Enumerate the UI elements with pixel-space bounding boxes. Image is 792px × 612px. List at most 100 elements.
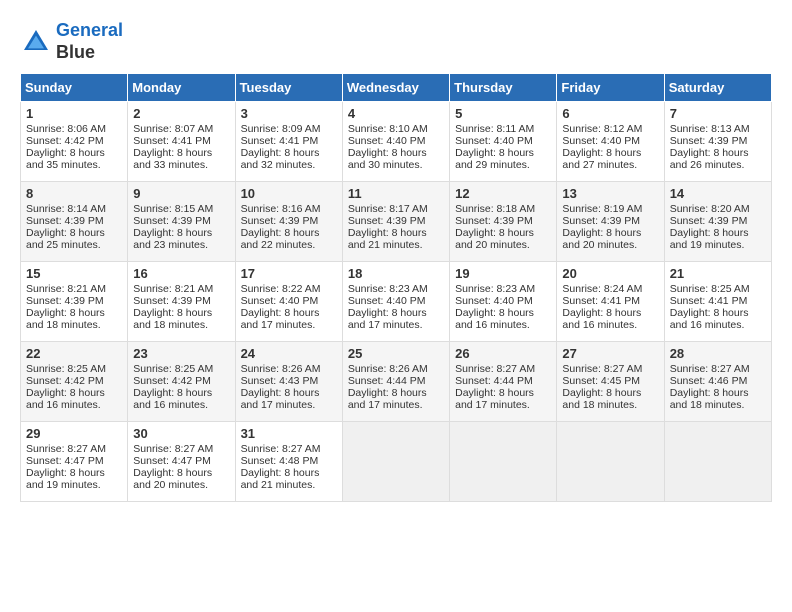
- day-cell: 19 Sunrise: 8:23 AM Sunset: 4:40 PM Dayl…: [450, 262, 557, 342]
- day-number: 7: [670, 106, 766, 121]
- day-number: 22: [26, 346, 122, 361]
- header-row: SundayMondayTuesdayWednesdayThursdayFrid…: [21, 74, 772, 102]
- page-header: GeneralBlue: [20, 20, 772, 63]
- day-cell: 29 Sunrise: 8:27 AM Sunset: 4:47 PM Dayl…: [21, 422, 128, 502]
- daylight: Daylight: 8 hours and 21 minutes.: [348, 227, 427, 251]
- sunset: Sunset: 4:42 PM: [26, 135, 104, 147]
- day-cell: 21 Sunrise: 8:25 AM Sunset: 4:41 PM Dayl…: [664, 262, 771, 342]
- day-cell: 26 Sunrise: 8:27 AM Sunset: 4:44 PM Dayl…: [450, 342, 557, 422]
- day-number: 18: [348, 266, 444, 281]
- logo-icon: [20, 26, 52, 58]
- week-row-5: 29 Sunrise: 8:27 AM Sunset: 4:47 PM Dayl…: [21, 422, 772, 502]
- daylight: Daylight: 8 hours and 23 minutes.: [133, 227, 212, 251]
- sunset: Sunset: 4:39 PM: [670, 215, 748, 227]
- sunrise: Sunrise: 8:07 AM: [133, 123, 213, 135]
- day-number: 15: [26, 266, 122, 281]
- sunrise: Sunrise: 8:09 AM: [241, 123, 321, 135]
- col-header-wednesday: Wednesday: [342, 74, 449, 102]
- day-cell: 20 Sunrise: 8:24 AM Sunset: 4:41 PM Dayl…: [557, 262, 664, 342]
- day-cell: 4 Sunrise: 8:10 AM Sunset: 4:40 PM Dayli…: [342, 102, 449, 182]
- sunset: Sunset: 4:39 PM: [241, 215, 319, 227]
- day-cell: 13 Sunrise: 8:19 AM Sunset: 4:39 PM Dayl…: [557, 182, 664, 262]
- day-number: 24: [241, 346, 337, 361]
- sunset: Sunset: 4:42 PM: [26, 375, 104, 387]
- daylight: Daylight: 8 hours and 29 minutes.: [455, 147, 534, 171]
- daylight: Daylight: 8 hours and 32 minutes.: [241, 147, 320, 171]
- day-cell: 27 Sunrise: 8:27 AM Sunset: 4:45 PM Dayl…: [557, 342, 664, 422]
- week-row-4: 22 Sunrise: 8:25 AM Sunset: 4:42 PM Dayl…: [21, 342, 772, 422]
- daylight: Daylight: 8 hours and 17 minutes.: [455, 387, 534, 411]
- daylight: Daylight: 8 hours and 35 minutes.: [26, 147, 105, 171]
- day-number: 26: [455, 346, 551, 361]
- day-cell: 24 Sunrise: 8:26 AM Sunset: 4:43 PM Dayl…: [235, 342, 342, 422]
- daylight: Daylight: 8 hours and 26 minutes.: [670, 147, 749, 171]
- sunrise: Sunrise: 8:25 AM: [26, 363, 106, 375]
- sunrise: Sunrise: 8:21 AM: [133, 283, 213, 295]
- day-number: 23: [133, 346, 229, 361]
- sunset: Sunset: 4:41 PM: [562, 295, 640, 307]
- day-number: 29: [26, 426, 122, 441]
- logo-text: GeneralBlue: [56, 20, 123, 63]
- week-row-3: 15 Sunrise: 8:21 AM Sunset: 4:39 PM Dayl…: [21, 262, 772, 342]
- sunset: Sunset: 4:47 PM: [133, 455, 211, 467]
- daylight: Daylight: 8 hours and 17 minutes.: [348, 387, 427, 411]
- sunrise: Sunrise: 8:16 AM: [241, 203, 321, 215]
- sunset: Sunset: 4:46 PM: [670, 375, 748, 387]
- sunset: Sunset: 4:41 PM: [241, 135, 319, 147]
- day-number: 31: [241, 426, 337, 441]
- day-cell: 5 Sunrise: 8:11 AM Sunset: 4:40 PM Dayli…: [450, 102, 557, 182]
- day-number: 12: [455, 186, 551, 201]
- sunrise: Sunrise: 8:21 AM: [26, 283, 106, 295]
- sunset: Sunset: 4:40 PM: [562, 135, 640, 147]
- day-cell: 8 Sunrise: 8:14 AM Sunset: 4:39 PM Dayli…: [21, 182, 128, 262]
- daylight: Daylight: 8 hours and 33 minutes.: [133, 147, 212, 171]
- sunset: Sunset: 4:40 PM: [455, 135, 533, 147]
- sunrise: Sunrise: 8:27 AM: [26, 443, 106, 455]
- day-number: 27: [562, 346, 658, 361]
- daylight: Daylight: 8 hours and 18 minutes.: [133, 307, 212, 331]
- sunset: Sunset: 4:41 PM: [670, 295, 748, 307]
- daylight: Daylight: 8 hours and 16 minutes.: [562, 307, 641, 331]
- sunrise: Sunrise: 8:20 AM: [670, 203, 750, 215]
- sunset: Sunset: 4:44 PM: [348, 375, 426, 387]
- logo: GeneralBlue: [20, 20, 123, 63]
- col-header-thursday: Thursday: [450, 74, 557, 102]
- day-number: 10: [241, 186, 337, 201]
- daylight: Daylight: 8 hours and 16 minutes.: [670, 307, 749, 331]
- daylight: Daylight: 8 hours and 19 minutes.: [26, 467, 105, 491]
- sunset: Sunset: 4:39 PM: [348, 215, 426, 227]
- sunset: Sunset: 4:47 PM: [26, 455, 104, 467]
- day-number: 20: [562, 266, 658, 281]
- week-row-1: 1 Sunrise: 8:06 AM Sunset: 4:42 PM Dayli…: [21, 102, 772, 182]
- sunset: Sunset: 4:43 PM: [241, 375, 319, 387]
- day-number: 11: [348, 186, 444, 201]
- daylight: Daylight: 8 hours and 20 minutes.: [133, 467, 212, 491]
- sunrise: Sunrise: 8:26 AM: [348, 363, 428, 375]
- day-number: 2: [133, 106, 229, 121]
- col-header-monday: Monday: [128, 74, 235, 102]
- sunrise: Sunrise: 8:27 AM: [133, 443, 213, 455]
- day-cell: [664, 422, 771, 502]
- daylight: Daylight: 8 hours and 30 minutes.: [348, 147, 427, 171]
- sunset: Sunset: 4:44 PM: [455, 375, 533, 387]
- day-number: 25: [348, 346, 444, 361]
- col-header-sunday: Sunday: [21, 74, 128, 102]
- sunset: Sunset: 4:39 PM: [26, 215, 104, 227]
- sunset: Sunset: 4:40 PM: [455, 295, 533, 307]
- sunrise: Sunrise: 8:22 AM: [241, 283, 321, 295]
- day-cell: [450, 422, 557, 502]
- daylight: Daylight: 8 hours and 20 minutes.: [455, 227, 534, 251]
- day-cell: 9 Sunrise: 8:15 AM Sunset: 4:39 PM Dayli…: [128, 182, 235, 262]
- day-cell: 28 Sunrise: 8:27 AM Sunset: 4:46 PM Dayl…: [664, 342, 771, 422]
- sunrise: Sunrise: 8:17 AM: [348, 203, 428, 215]
- daylight: Daylight: 8 hours and 18 minutes.: [26, 307, 105, 331]
- sunrise: Sunrise: 8:18 AM: [455, 203, 535, 215]
- sunrise: Sunrise: 8:26 AM: [241, 363, 321, 375]
- day-number: 14: [670, 186, 766, 201]
- day-number: 28: [670, 346, 766, 361]
- sunset: Sunset: 4:39 PM: [562, 215, 640, 227]
- daylight: Daylight: 8 hours and 25 minutes.: [26, 227, 105, 251]
- day-number: 30: [133, 426, 229, 441]
- day-number: 1: [26, 106, 122, 121]
- sunset: Sunset: 4:41 PM: [133, 135, 211, 147]
